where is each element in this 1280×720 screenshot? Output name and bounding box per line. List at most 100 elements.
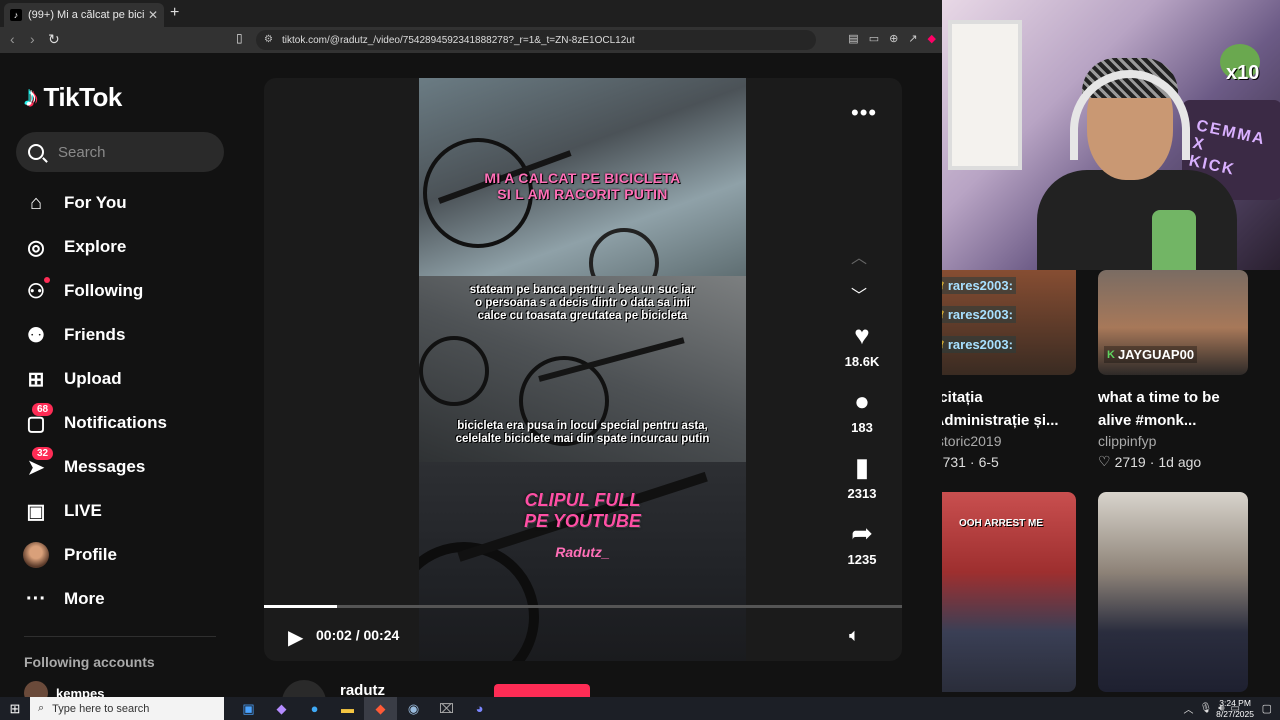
discord-icon[interactable]: ◕	[463, 697, 496, 720]
sidebar-item-label: LIVE	[64, 501, 102, 520]
chat-overlay-row: ♛rares2003:	[942, 336, 1016, 353]
sidebar-item-label: Following	[64, 281, 144, 300]
caption-author-tag: Radutz_	[555, 544, 610, 560]
following-account-item[interactable]: kempes	[24, 681, 104, 697]
sidebar-item-notifications[interactable]: ▢ 68 Notifications	[22, 401, 232, 445]
video-card[interactable]: K JAYGUAP00	[1098, 270, 1248, 375]
steam-icon[interactable]: ◉	[397, 697, 430, 720]
forward-icon[interactable]: ›	[30, 31, 35, 47]
like-button[interactable]: ♥ 18.6K	[834, 320, 890, 369]
search-input[interactable]: Search	[16, 132, 224, 172]
share-button[interactable]: ➦ 1235	[834, 518, 890, 567]
back-icon[interactable]: ‹	[10, 31, 15, 47]
brave-browser-icon[interactable]: ◆	[364, 697, 397, 720]
brave-icon[interactable]: ◆	[928, 32, 936, 45]
browser-window: ♪ (99+) Mi a călcat pe bicicletă ✕ + ‹ ›…	[0, 0, 942, 697]
tray-overflow-icon[interactable]: ︿	[1184, 701, 1194, 716]
sidebar-item-live[interactable]: ▣ LIVE	[22, 489, 232, 533]
sidebar-menu: ⌂ For You ◎ Explore ⚇ Following ⚉ Friend…	[22, 181, 232, 621]
bike-wheel	[419, 336, 489, 406]
sidebar-item-following[interactable]: ⚇ Following	[22, 269, 232, 313]
more-options-icon[interactable]: •••	[851, 100, 877, 126]
site-info-icon[interactable]: ⚙	[264, 34, 273, 45]
sidebar-item-label: Explore	[64, 237, 127, 256]
active-tab[interactable]: ♪ (99+) Mi a călcat pe bicicletă ✕	[4, 3, 164, 27]
avatar	[23, 542, 49, 568]
follow-button[interactable]	[494, 684, 590, 697]
compass-icon: ◎	[27, 236, 45, 259]
save-button[interactable]: ▮ 2313	[834, 452, 890, 501]
tiktok-logo[interactable]: ♪ TikTok	[24, 81, 122, 113]
video-card-stats: ♡ 2719 · 1d ago	[1098, 453, 1248, 470]
task-view-icon[interactable]: ▣	[232, 697, 265, 720]
comment-button[interactable]: ● 183	[834, 386, 890, 435]
video-progress-bar[interactable]	[264, 605, 902, 608]
notification-center-icon[interactable]: ▢	[1262, 702, 1272, 715]
video-card[interactable]: OOH ARREST ME	[942, 492, 1076, 692]
cast-icon[interactable]: ▭	[869, 32, 879, 45]
bookmark-icon[interactable]: ▯	[236, 31, 243, 45]
author-row: radutz	[264, 676, 902, 697]
video-player[interactable]: MI A CALCAT PE BICICLETA SI L AM RACORIT…	[264, 78, 902, 661]
video-thumbnail[interactable]	[1098, 492, 1248, 692]
edge-icon[interactable]: ●	[298, 697, 331, 720]
sidebar-item-friends[interactable]: ⚉ Friends	[22, 313, 232, 357]
video-card-likes: 731	[942, 453, 966, 470]
video-card-author[interactable]: clippinfyp	[1098, 433, 1248, 449]
logo-text: TikTok	[43, 81, 123, 112]
chat-username: JAYGUAP00	[1117, 347, 1195, 362]
file-explorer-icon[interactable]: ▬	[331, 697, 364, 720]
sidebar-divider	[24, 636, 216, 637]
video-segment-top: MI A CALCAT PE BICICLETA SI L AM RACORIT…	[419, 78, 746, 298]
video-thumbnail[interactable]: OOH ARREST ME	[942, 492, 1076, 692]
sidebar-item-for-you[interactable]: ⌂ For You	[22, 181, 232, 225]
terminal-icon[interactable]: ⌧	[430, 697, 463, 720]
address-bar-row: ‹ › ↻ ▯ ⚙ tiktok.com/@radutz_/video/7542…	[0, 27, 942, 53]
reader-icon[interactable]: ▤	[848, 32, 858, 45]
reload-icon[interactable]: ↻	[48, 31, 60, 48]
avatar[interactable]	[282, 680, 326, 697]
sidebar-item-upload[interactable]: ⊞ Upload	[22, 357, 232, 401]
microphone-icon[interactable]: 🎙︎	[1200, 703, 1213, 714]
crown-icon: ♛	[942, 308, 945, 321]
tab-bar: ♪ (99+) Mi a călcat pe bicicletă ✕ +	[0, 0, 942, 27]
share-icon[interactable]: ↗	[908, 32, 917, 45]
notifications-icon: ▢ 68	[22, 403, 54, 437]
close-tab-icon[interactable]: ✕	[148, 8, 158, 22]
crown-icon: ♛	[942, 338, 945, 351]
video-frame[interactable]: MI A CALCAT PE BICICLETA SI L AM RACORIT…	[419, 78, 746, 661]
clock-date: 8/27/2025	[1216, 708, 1254, 719]
url-field[interactable]: ⚙ tiktok.com/@radutz_/video/754289459234…	[256, 30, 816, 50]
taskbar-search-input[interactable]: ⌕ Type here to search	[30, 697, 224, 720]
streamer-webcam: CEMMA X KICK x10	[942, 0, 1280, 270]
author-name[interactable]: radutz	[340, 682, 385, 697]
video-card-author[interactable]: historic2019	[942, 433, 1076, 449]
copilot-icon[interactable]: ◆	[265, 697, 298, 720]
video-card-title[interactable]: what a time to be alive #monk...	[1098, 387, 1248, 432]
sidebar-item-messages[interactable]: ➤ 32 Messages	[22, 445, 232, 489]
video-thumbnail[interactable]: K JAYGUAP00	[1098, 270, 1248, 375]
right-panel: Yo ♛rares2003: ♛rares2003: ♛rares2003: L…	[942, 0, 1280, 697]
comment-count: 183	[851, 420, 873, 435]
crown-icon: ♛	[942, 279, 945, 292]
save-count: 2313	[847, 486, 877, 501]
taskbar-clock[interactable]: 3:24 PM 8/27/2025	[1216, 698, 1254, 719]
video-card[interactable]	[1098, 492, 1248, 692]
chat-username: rares2003:	[947, 278, 1013, 293]
volume-icon[interactable]: 🔈︎	[849, 625, 860, 646]
heart-icon: ♥	[854, 320, 870, 350]
sidebar-item-explore[interactable]: ◎ Explore	[22, 225, 232, 269]
next-video-icon[interactable]: ﹀	[851, 282, 867, 306]
windows-start-icon[interactable]: ⊞	[0, 697, 30, 720]
search-icon: ⌕	[38, 702, 45, 714]
video-card-title[interactable]: Licitația “Administrație și...	[942, 387, 1076, 432]
zoom-icon[interactable]: ⊕	[889, 32, 898, 45]
sidebar-item-profile[interactable]: Profile	[22, 533, 232, 577]
sidebar-item-more[interactable]: ··· More	[22, 577, 232, 621]
new-indicator-dot	[44, 277, 50, 283]
play-icon[interactable]: ▶	[288, 625, 303, 650]
new-tab-button[interactable]: +	[170, 4, 179, 22]
tiktok-note-icon: ♪	[24, 81, 38, 112]
previous-video-icon[interactable]: ︿	[851, 244, 867, 268]
thumbnail-overlay-text: OOH ARREST ME	[958, 518, 1044, 529]
